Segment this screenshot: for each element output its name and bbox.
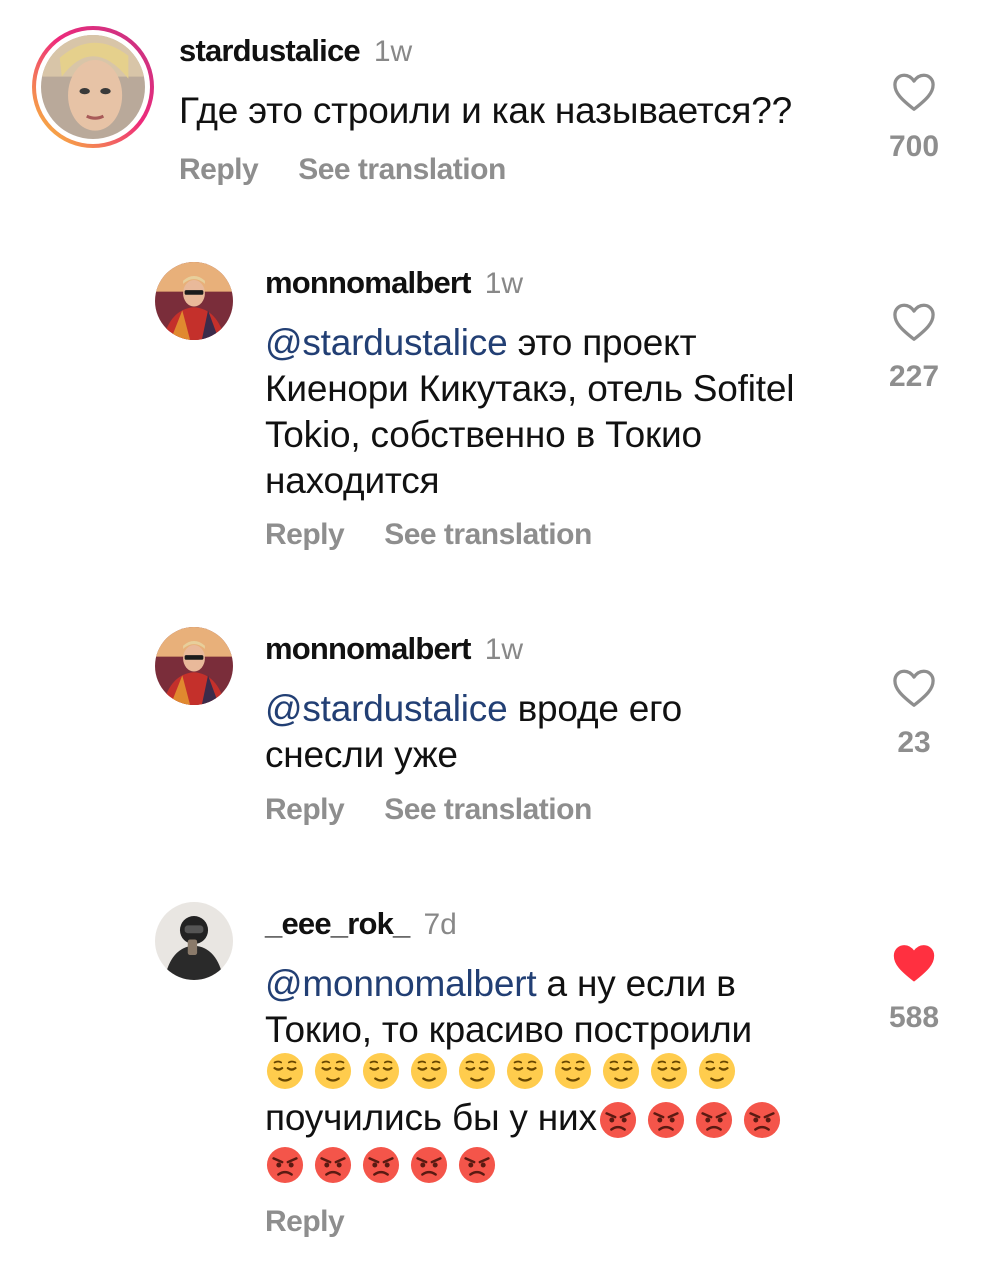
comment-actions: Reply See translation — [179, 153, 546, 187]
text-line: снесли уже — [265, 734, 458, 775]
see-translation-button[interactable]: See translation — [384, 793, 592, 826]
comment-actions: Reply See translation — [265, 793, 632, 827]
comment-4: _eee_rok_ 7d @monnomalbert а ну если в То… — [0, 880, 991, 1280]
like-control: 227 — [864, 302, 964, 394]
see-translation-button[interactable]: See translation — [298, 153, 506, 186]
mention-link[interactable]: @monnomalbert — [265, 963, 537, 1004]
like-count: 700 — [888, 130, 940, 163]
avatar-monnomalbert[interactable] — [155, 262, 233, 340]
heart-filled-icon[interactable] — [892, 943, 936, 983]
reply-button[interactable]: Reply — [265, 518, 345, 551]
avatar-stardustalice[interactable] — [41, 35, 145, 139]
heart-outline-icon[interactable] — [892, 72, 936, 112]
text-line: @monnomalbert а ну если в — [265, 963, 736, 1004]
angry-face-emoji — [266, 1146, 304, 1184]
reply-button[interactable]: Reply — [179, 153, 259, 186]
relieved-face-emoji — [410, 1052, 448, 1090]
like-count: 227 — [888, 360, 940, 393]
comment-text: @stardustalice это проект Киенори Кикута… — [265, 320, 865, 504]
like-control: 23 — [864, 668, 964, 760]
angry-face-emoji — [362, 1146, 400, 1184]
angry-face-emoji — [599, 1101, 637, 1139]
timestamp: 1w — [484, 633, 524, 666]
relieved-face-emoji — [314, 1052, 352, 1090]
mention-link[interactable]: @stardustalice — [265, 688, 508, 729]
comment-3: monnomalbert 1w @stardustalice вроде его … — [0, 605, 991, 845]
avatar-eee-rok[interactable] — [155, 902, 233, 980]
username[interactable]: stardustalice — [179, 33, 361, 68]
avatar-image — [155, 627, 233, 705]
avatar-monnomalbert[interactable] — [155, 627, 233, 705]
relieved-face-emoji — [650, 1052, 688, 1090]
text-line: @stardustalice это проект — [265, 322, 697, 363]
username[interactable]: monnomalbert — [265, 631, 472, 666]
mention-link[interactable]: @stardustalice — [265, 322, 508, 363]
reply-button[interactable]: Reply — [265, 793, 345, 826]
relieved-face-emoji — [266, 1052, 304, 1090]
like-control: 588 — [864, 943, 964, 1035]
timestamp: 7d — [423, 908, 457, 941]
angry-face-emoji — [410, 1146, 448, 1184]
relieved-face-emoji — [506, 1052, 544, 1090]
comment-header: _eee_rok_ 7d — [265, 906, 457, 942]
text-line: Киенори Кикутакэ, отель Sofitel — [265, 368, 795, 409]
text-line: Токио, то красиво построили — [265, 1009, 753, 1050]
avatar-image — [155, 902, 233, 980]
text-line: Tokio, собственно в Токио — [265, 414, 702, 455]
relieved-face-emoji — [698, 1052, 736, 1090]
comment-header: monnomalbert 1w — [265, 265, 523, 301]
heart-outline-icon[interactable] — [892, 668, 936, 708]
comment-text: @stardustalice вроде его снесли уже — [265, 686, 865, 778]
angry-face-emoji — [695, 1101, 733, 1139]
reply-button[interactable]: Reply — [265, 1205, 345, 1238]
comment-text: @monnomalbert а ну если в Токио, то крас… — [265, 961, 865, 1053]
username[interactable]: _eee_rok_ — [265, 906, 410, 941]
text-line: @stardustalice вроде его — [265, 688, 683, 729]
angry-face-emoji — [314, 1146, 352, 1184]
comment-header: monnomalbert 1w — [265, 631, 523, 667]
comment-text: Где это строили и как называется?? — [179, 90, 793, 131]
username[interactable]: monnomalbert — [265, 265, 472, 300]
angry-emoji-row — [266, 1146, 506, 1184]
relieved-emoji-row — [266, 1052, 746, 1090]
like-count: 23 — [897, 726, 931, 759]
relieved-face-emoji — [362, 1052, 400, 1090]
relieved-face-emoji — [458, 1052, 496, 1090]
heart-outline-icon[interactable] — [892, 302, 936, 342]
comment-header: stardustalice 1w — [179, 33, 412, 69]
avatar-image — [41, 35, 145, 139]
text-line: находится — [265, 460, 440, 501]
comment-1: stardustalice 1w Где это строили и как на… — [0, 0, 991, 220]
angry-face-emoji — [647, 1101, 685, 1139]
angry-face-emoji — [743, 1101, 781, 1139]
relieved-face-emoji — [602, 1052, 640, 1090]
like-count: 588 — [888, 1001, 940, 1034]
angry-emoji-inline — [599, 1097, 791, 1139]
see-translation-button[interactable]: See translation — [384, 518, 592, 551]
timestamp: 1w — [373, 35, 413, 68]
relieved-face-emoji — [554, 1052, 592, 1090]
comment-actions: Reply — [265, 1205, 384, 1239]
comment-2: monnomalbert 1w @stardustalice это проект… — [0, 240, 991, 580]
timestamp: 1w — [484, 267, 524, 300]
comment-actions: Reply See translation — [265, 518, 632, 552]
like-control: 700 — [864, 72, 964, 164]
text-line: поучились бы у них — [265, 1095, 791, 1141]
avatar-image — [155, 262, 233, 340]
angry-face-emoji — [458, 1146, 496, 1184]
